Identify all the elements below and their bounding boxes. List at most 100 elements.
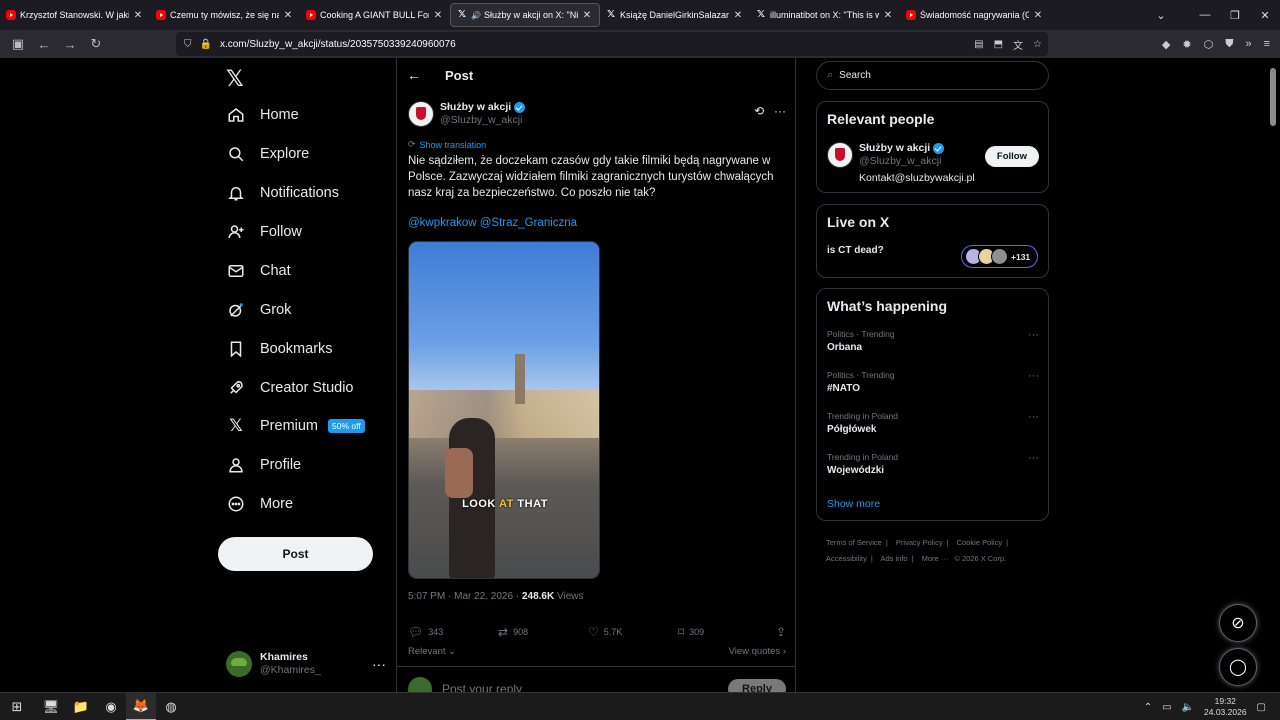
close-icon[interactable]: ✕ [1032,10,1044,21]
footer-link[interactable]: Accessibility [826,554,867,563]
restore-icon[interactable]: ❐ [1220,9,1250,22]
post-mentions[interactable]: @kwpkrakow @Straz_Graniczna [408,217,577,229]
more-dots-icon[interactable]: ··· [1028,452,1039,464]
grok-icon[interactable]: ⟲ [754,104,764,118]
more-dots-icon[interactable]: ··· [1028,370,1039,382]
browser-tab[interactable]: Cooking A GIANT BULL For A G✕ [300,3,450,27]
show-more-link[interactable]: Show more [827,498,880,510]
trend-item[interactable]: Trending in Poland Półgłówek ··· [827,411,1039,441]
windows-start-icon[interactable]: ⊞ [2,693,32,720]
nav-item-chat[interactable]: Chat [226,256,291,286]
reply-button[interactable]: 💬︎ 343 [408,625,498,639]
fox-extension-icon[interactable]: ✹ [1182,38,1191,51]
post-video[interactable]: LOOK AT THAT [408,241,600,579]
close-icon[interactable]: ✕ [132,10,144,21]
extensions-icon[interactable]: ⬡ [1204,38,1214,51]
search-input[interactable]: ⌕ Search [816,61,1049,90]
translate-icon[interactable]: 文 [1013,37,1023,52]
messages-fab-button[interactable]: ◯ [1219,648,1257,686]
reply-composer[interactable]: Post your reply Reply [408,677,786,692]
post-timestamp[interactable]: 5:07 PM · Mar 22, 2026 · [408,591,519,602]
reader-view-icon[interactable]: ▤ [974,39,983,50]
post-button[interactable]: Post [218,537,373,571]
sort-dropdown[interactable]: Relevant ⌄ [408,646,456,657]
app-icon[interactable]: ◍ [156,693,186,720]
x-logo-icon[interactable]: 𝕏 [226,66,244,92]
volume-icon[interactable]: 🔈 [1182,702,1194,713]
relevant-person[interactable]: Służby w akcji @Sluzby_w_akcji Kontakt@s… [827,142,1039,188]
view-quotes-link[interactable]: View quotes › [729,646,786,657]
steam-icon[interactable]: ◉ [96,693,126,720]
screenshot-icon[interactable]: ⬒ [994,39,1003,50]
scrollbar[interactable] [1270,68,1276,126]
share-button[interactable]: ⇪ [776,625,786,639]
shield-icon[interactable]: ⛉ [184,39,192,50]
more-dots-icon[interactable]: ··· [774,104,786,118]
trend-item[interactable]: Politics · Trending Orbana ··· [827,329,1039,359]
browser-tab[interactable]: Krzysztof Stanowski. W jakiej sy✕ [0,3,150,27]
trend-item[interactable]: Trending in Poland Wojewódzki ··· [827,452,1039,482]
nav-item-creator-studio[interactable]: Creator Studio [226,373,354,403]
close-icon[interactable]: ✕ [432,10,444,21]
close-window-icon[interactable]: ✕ [1250,9,1280,22]
back-arrow-icon[interactable]: ← [397,67,431,83]
network-icon[interactable]: ▭ [1162,702,1171,713]
footer-link[interactable]: Cookie Policy [957,538,1002,547]
trend-item[interactable]: Politics · Trending #NATO ··· [827,370,1039,400]
sidebar-toggle-icon[interactable]: ▣ [6,32,30,56]
nav-item-notifications[interactable]: Notifications [226,178,339,208]
address-bar[interactable]: ⛉ 🔒 x.com/Sluzby_w_akcji/status/20357503… [176,32,1048,56]
author-name[interactable]: Służby w akcji [440,101,511,114]
ublock-icon[interactable]: ⛊ [1225,38,1233,51]
author-handle[interactable]: @Sluzby_w_akcji [440,114,525,127]
show-translation-link[interactable]: ⟳ Show translation [408,139,486,150]
tray-chevron-icon[interactable]: ⌃ [1144,702,1152,713]
vpn-extension-icon[interactable]: ◆ [1162,38,1170,51]
nav-item-explore[interactable]: Explore [226,139,309,169]
speaker-icon[interactable]: 🔊 [471,11,481,20]
browser-tab-active[interactable]: 𝕏 🔊Służby w akcji on X: "Nie sę✕ [450,3,600,27]
author-avatar[interactable] [408,101,434,127]
follow-button[interactable]: Follow [984,146,1039,167]
reply-input[interactable]: Post your reply [442,682,522,692]
browser-tab[interactable]: Świadomość nagrywania (Giełd✕ [900,3,1050,27]
nav-item-home[interactable]: Home [226,100,299,130]
footer-link[interactable]: Privacy Policy [896,538,943,547]
footer-link[interactable]: Terms of Service [826,538,882,547]
nav-item-more[interactable]: More [226,489,293,519]
star-icon[interactable]: ☆ [1033,39,1042,50]
close-icon[interactable]: ✕ [732,10,744,21]
clock[interactable]: 19:32 24.03.2026 [1204,696,1247,718]
tab-list-icon[interactable]: ⌄ [1146,9,1176,22]
forward-icon[interactable]: → [58,32,82,56]
file-explorer-icon[interactable]: 📁 [66,693,96,720]
more-dots-icon[interactable]: ··· [1028,329,1039,341]
lock-icon[interactable]: 🔒 [200,39,212,50]
nav-item-profile[interactable]: Profile [226,450,301,480]
reload-icon[interactable]: ↻ [84,32,108,56]
more-dots-icon[interactable]: ··· [1028,411,1039,423]
repost-button[interactable]: ⇄ 908 [498,625,588,639]
firefox-icon[interactable]: 🦊 [126,692,156,720]
live-listeners[interactable]: +131 [961,245,1038,268]
footer-link[interactable]: Ads info [880,554,907,563]
overflow-menu-icon[interactable]: » [1245,38,1251,50]
hamburger-menu-icon[interactable]: ≡ [1264,38,1270,50]
computer-app-icon[interactable]: 🖥 [36,693,66,720]
more-dots-icon[interactable]: ··· [372,656,386,672]
close-icon[interactable]: ✕ [282,10,294,21]
reply-submit-button[interactable]: Reply [728,679,786,692]
nav-item-bookmarks[interactable]: Bookmarks [226,334,333,364]
back-icon[interactable]: ← [32,32,56,56]
browser-tab[interactable]: 𝕏illuminatibot on X: "This is what✕ [750,3,900,27]
minimize-icon[interactable]: — [1190,9,1220,21]
close-icon[interactable]: ✕ [581,10,593,21]
browser-tab[interactable]: Czemu ty mówisz, że się na cieb✕ [150,3,300,27]
account-switcher[interactable]: Khamires @Khamires_ ··· [226,646,386,682]
footer-link[interactable]: More ··· [922,554,949,563]
nav-item-follow[interactable]: Follow [226,217,302,247]
browser-tab[interactable]: 𝕏 Książę DanielGirkinSalazar on X✕ [600,3,750,27]
nav-item-grok[interactable]: Grok [226,295,291,325]
grok-fab-button[interactable]: ⊘ [1219,604,1257,642]
bookmark-button[interactable]: ⌑ 309 [678,625,768,639]
